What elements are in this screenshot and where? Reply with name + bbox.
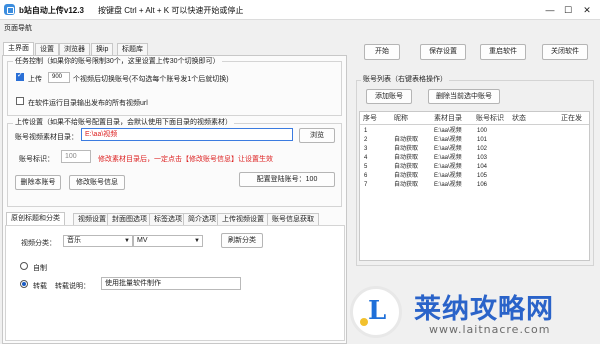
col-header-current[interactable]: 正在发 — [561, 113, 582, 124]
close-icon[interactable]: ✕ — [580, 3, 594, 17]
original-radio[interactable] — [20, 262, 28, 270]
task-control-legend: 任务控制（如果你的账号限制30个，这里设置上传30个切换即可） — [13, 56, 222, 66]
cell-dir: E:\aa\视频 — [434, 155, 462, 161]
category-label: 视频分类： — [21, 240, 56, 247]
switch-description: 个视频后切换账号(不勾选每个账号发1个后就切换) — [73, 76, 229, 83]
tab-original-title[interactable]: 原创标题和分类 — [6, 212, 65, 226]
cell-dir: E:\aa\视频 — [434, 164, 462, 170]
app-icon — [4, 4, 15, 15]
add-account-button[interactable]: 添加账号 — [366, 89, 412, 104]
original-label: 自制 — [33, 265, 47, 272]
browse-button[interactable]: 浏览 — [299, 128, 335, 143]
main-panel: 任务控制（如果你的账号限制30个，这里设置上传30个切换即可） 上传 900 个… — [2, 55, 347, 344]
maximize-icon[interactable]: ☐ — [561, 3, 575, 17]
menu-bar — [0, 20, 600, 35]
main-category-select[interactable]: 音乐 ▼ — [63, 235, 133, 247]
cell-nick: 自动获取 — [394, 173, 419, 179]
tab-title-library[interactable]: 标题库 — [117, 43, 148, 55]
video-dir-input[interactable]: E:\aa\视频 — [81, 128, 293, 141]
cell-id: 105 — [477, 173, 488, 179]
tab-browser[interactable]: 浏览器 — [59, 43, 90, 55]
account-id-label: 账号标识： — [19, 156, 54, 163]
cell-id: 103 — [477, 155, 488, 161]
tab-main[interactable]: 主界面 — [3, 42, 34, 56]
account-list-legend: 账号列表（右键表格操作） — [361, 74, 449, 84]
cell-id: 101 — [477, 137, 488, 143]
video-dir-label: 账号视频素材目录： — [15, 134, 78, 141]
cell-id: 106 — [477, 182, 488, 188]
cell-dir: E:\aa\视频 — [434, 146, 462, 152]
tab-tag-options[interactable]: 标签选项 — [149, 213, 187, 225]
cell-nick: 自动获取 — [394, 137, 419, 143]
upload-switch-checkbox[interactable] — [16, 71, 24, 81]
cell-no: 3 — [364, 146, 368, 152]
window-title: b站自动上传v12.3 — [19, 6, 84, 15]
output-url-checkbox[interactable] — [16, 97, 24, 105]
cell-no: 4 — [364, 155, 368, 161]
header-divider — [360, 124, 589, 125]
repost-radio[interactable] — [20, 280, 28, 288]
config-login-count-button[interactable]: 配置登陆账号：100 — [239, 172, 335, 187]
col-header-dir[interactable]: 素材目录 — [434, 113, 462, 124]
tab-video-settings[interactable]: 视频设置 — [73, 213, 111, 225]
watermark-url: www.laitnacre.com — [429, 323, 551, 336]
upload-settings-legend: 上传设置（如果不给账号配置目录，会默认使用下面目录的视频素材） — [13, 117, 234, 127]
output-url-label: 在软件运行目录输出发布的所有视频url — [28, 100, 148, 107]
cell-dir: E:\aa\视频 — [434, 182, 462, 188]
minimize-icon[interactable]: — — [543, 3, 557, 17]
refresh-category-button[interactable]: 刷新分类 — [221, 233, 263, 248]
col-header-id[interactable]: 账号标识 — [476, 113, 504, 124]
hotkey-hint: 按键盘 Ctrl + Alt + K 可以快速开始或停止 — [98, 6, 244, 15]
tab-cover-options[interactable]: 封面图选项 — [107, 213, 152, 225]
watermark-logo-dot — [360, 318, 368, 326]
sub-category-select[interactable]: MV ▼ — [133, 235, 203, 247]
cell-nick: 自动获取 — [394, 155, 419, 161]
repost-note-label: 转载说明： — [55, 283, 90, 290]
cell-no: 2 — [364, 137, 368, 143]
cell-no: 1 — [364, 128, 368, 134]
repost-label: 转载 — [33, 283, 47, 290]
account-id-input[interactable]: 100 — [61, 150, 91, 163]
cell-nick: 自动获取 — [394, 164, 419, 170]
start-button[interactable]: 开始 — [364, 44, 400, 60]
upload-label: 上传 — [28, 76, 42, 83]
cell-id: 104 — [477, 164, 488, 170]
delete-selected-account-button[interactable]: 删除当前选中账号 — [428, 89, 500, 104]
tab-intro-options[interactable]: 简介选项 — [183, 213, 221, 225]
tab-change-ip[interactable]: 换ip — [91, 43, 114, 55]
tab-upload-video-settings[interactable]: 上传视频设置 — [217, 213, 269, 225]
delete-account-button[interactable]: 删除本账号 — [15, 175, 61, 190]
watermark-logo-letter: L — [368, 296, 387, 326]
chevron-down-icon: ▼ — [194, 238, 200, 244]
cell-id: 102 — [477, 146, 488, 152]
cell-nick: 自动获取 — [394, 182, 419, 188]
cell-no: 6 — [364, 173, 368, 179]
save-settings-button[interactable]: 保存设置 — [420, 44, 466, 60]
chevron-down-icon: ▼ — [124, 238, 130, 244]
menu-page-nav[interactable]: 页面导航 — [4, 23, 32, 33]
modify-account-button[interactable]: 修改账号信息 — [69, 175, 125, 190]
repost-note-input[interactable]: 使用批量软件制作 — [101, 277, 241, 290]
cell-id: 100 — [477, 128, 488, 134]
sub-category-value: MV — [137, 237, 148, 244]
cell-no: 7 — [364, 182, 368, 188]
main-category-value: 音乐 — [67, 237, 81, 244]
tab-settings[interactable]: 设置 — [35, 43, 59, 55]
cell-dir: E:\aa\视频 — [434, 128, 462, 134]
modify-hint-text: 修改素材目录后，一定点击【修改账号信息】让设置生效 — [98, 156, 273, 163]
cell-dir: E:\aa\视频 — [434, 137, 462, 143]
cell-dir: E:\aa\视频 — [434, 173, 462, 179]
restart-button[interactable]: 重启软件 — [480, 44, 526, 60]
title-bar — [0, 0, 600, 20]
cell-nick: 自动获取 — [394, 146, 419, 152]
cell-no: 5 — [364, 164, 368, 170]
tab-account-info[interactable]: 账号信息获取 — [267, 213, 319, 225]
upload-count-input[interactable]: 900 — [48, 72, 70, 83]
col-header-status[interactable]: 状态 — [512, 113, 526, 124]
close-app-button[interactable]: 关闭软件 — [542, 44, 588, 60]
col-header-nick[interactable]: 昵称 — [394, 113, 408, 124]
watermark-title: 莱纳攻略网 — [414, 294, 554, 324]
col-header-no[interactable]: 序号 — [363, 113, 377, 124]
account-table[interactable]: 序号 昵称 素材目录 账号标识 状态 正在发 1 E:\aa\视频 100 2 … — [359, 111, 590, 261]
